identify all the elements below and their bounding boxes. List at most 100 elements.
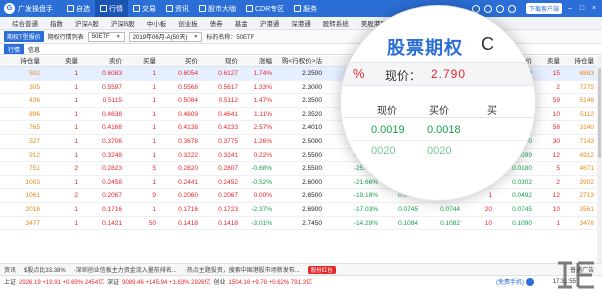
vertical-scrollbar[interactable] <box>597 56 602 263</box>
column-header[interactable]: 卖量 <box>65 56 78 67</box>
table-cell: 1 <box>152 206 156 213</box>
subnav-item[interactable]: 深港通 <box>285 18 317 28</box>
message-icon[interactable] <box>495 4 504 13</box>
index-status-bar: 上证 2926.19 +19.91 +0.69% 2454亿 深证 9089.4… <box>0 275 602 287</box>
column-header[interactable]: 购<行权价>沽 <box>282 56 322 67</box>
index-value: 9089.46 +145.94 +1.63% 2926亿 <box>122 280 211 286</box>
column-header[interactable]: 买价 <box>185 56 198 67</box>
wifi-icon <box>526 278 534 286</box>
table-cell: 0.4641 <box>218 110 238 118</box>
subnav-item[interactable]: 指数 <box>44 18 69 28</box>
table-cell: 0.5115 <box>102 97 122 105</box>
ticker-item[interactable]: 资讯 <box>4 265 16 274</box>
settings-icon[interactable] <box>507 4 516 13</box>
option-list-link[interactable]: 期权行情列表 <box>48 32 84 41</box>
expiry-select[interactable]: 2019年06月-A(50天) ▼ <box>128 31 203 42</box>
ticker-badge[interactable]: 股份红包 <box>307 265 336 274</box>
magnifier-price-value: 2.790 <box>431 67 467 81</box>
index-name[interactable]: 创业 <box>214 277 226 286</box>
table-cell: 3902 <box>579 178 594 186</box>
subnav-item[interactable]: 股转系统 <box>317 18 355 28</box>
maximize-icon[interactable]: □ <box>578 5 586 12</box>
column-header[interactable]: 卖价 <box>109 56 122 67</box>
nav-item-service[interactable]: 服务 <box>289 0 322 17</box>
t-quote-button[interactable]: 期权T型报价 <box>4 31 44 42</box>
table-cell: 0.2807 <box>218 165 238 173</box>
mobile-link[interactable]: (免费手机) <box>496 277 524 286</box>
table-cell: 0.00% <box>253 192 272 200</box>
index-name[interactable]: 上证 <box>4 277 16 286</box>
table-cell: 0.6127 <box>218 70 238 77</box>
close-icon[interactable]: × <box>590 5 598 12</box>
table-cell: 5146 <box>579 97 594 105</box>
ticker-item[interactable]: ·热点主题投资，搜索中国港股市场新发布... <box>185 265 300 274</box>
table-cell: -3.01% <box>251 219 272 227</box>
tab-quotes[interactable]: 行情 <box>4 44 25 54</box>
table-cell: 0.3706 <box>102 138 122 145</box>
table-cell: 1061 <box>25 192 40 200</box>
table-cell: 2 <box>556 83 560 91</box>
ticker-item[interactable]: ·深圳创业信板主力资金流入量前排名... <box>74 265 177 274</box>
subnav-item[interactable]: 创业板 <box>172 18 204 28</box>
ticker-item[interactable]: $股点比33.38% <box>24 265 66 274</box>
nav-item-market[interactable]: 行情 <box>95 0 128 17</box>
table-cell: 1 <box>556 219 560 227</box>
subnav-item[interactable]: 中小板 <box>141 18 173 28</box>
market-subnav: 综合普通 指数 沪深A股 沪深B股 中小板 创业板 债券 基金 沪港通 深港通 … <box>0 17 602 30</box>
nav-item-experts[interactable]: 股市大咖 <box>194 0 241 17</box>
subnav-item[interactable]: 沪深B股 <box>105 18 141 28</box>
table-cell: 3476 <box>579 219 594 227</box>
table-cell: 2.57% <box>253 124 272 132</box>
target-label: 标的名称：50ETF <box>206 35 255 41</box>
column-header[interactable]: 卖量 <box>547 56 560 67</box>
column-header[interactable]: 现价 <box>225 56 238 67</box>
table-cell: 2.3000 <box>302 83 322 91</box>
table-cell: 9 <box>152 192 156 200</box>
cdr-icon <box>246 5 253 12</box>
table-cell: 10 <box>484 219 492 227</box>
column-header[interactable]: 买量 <box>143 56 156 67</box>
app-logo[interactable]: G 广发操盘手 <box>0 3 62 14</box>
column-header[interactable]: 持仓量 <box>575 56 595 67</box>
column-header[interactable]: 涨幅 <box>259 56 272 67</box>
nav-item-news[interactable]: 资讯 <box>161 0 194 17</box>
table-row[interactable]: 1003 1 0.2458 1 0.2441 0.2452 -0.52% 2.6000 -21.… <box>0 176 602 190</box>
column-header[interactable]: 持仓量 <box>21 56 41 67</box>
table-cell: 0.2823 <box>102 165 122 173</box>
table-cell: 0.4138 <box>178 124 198 132</box>
table-cell: 2.3520 <box>302 110 322 118</box>
table-cell: 2.4010 <box>302 124 322 132</box>
table-cell: 2.7450 <box>302 219 322 227</box>
table-cell: 1 <box>74 110 78 118</box>
subnav-item[interactable]: 基金 <box>229 18 254 28</box>
table-cell: 0.3248 <box>102 151 122 159</box>
watermark-logo <box>558 261 594 289</box>
subnav-item[interactable]: 债券 <box>204 18 229 28</box>
table-row[interactable]: 3477 1 0.1421 50 0.1418 0.1418 -3.01% 2.7450 -14… <box>0 217 602 231</box>
user-icon[interactable] <box>483 4 492 13</box>
index-value: 2926.19 +19.91 +0.69% 2454亿 <box>19 280 105 286</box>
scroll-thumb[interactable] <box>598 68 601 158</box>
nav-item-trade[interactable]: 交易 <box>128 0 161 17</box>
nav-item-cdr[interactable]: CDR专区 <box>241 0 289 17</box>
subnav-item[interactable]: 综合普通 <box>6 18 44 28</box>
magnifier-col-header: 现价 <box>377 106 397 117</box>
index-name[interactable]: 深证 <box>107 277 119 286</box>
table-cell: 751 <box>29 165 40 173</box>
table-row[interactable]: 1061 2 0.2067 9 0.2060 0.2067 0.00% 2.6500 -19.1… <box>0 189 602 203</box>
table-cell: 10 <box>552 110 560 118</box>
table-cell: 59 <box>552 97 560 105</box>
table-cell: 12 <box>552 192 560 200</box>
table-cell: 2.6500 <box>302 192 322 200</box>
magnifier-value: 0020 <box>371 145 396 157</box>
subnav-item[interactable]: 沪深A股 <box>69 18 105 28</box>
underlying-select[interactable]: 50ETF ▼ <box>87 31 125 42</box>
download-client-button[interactable]: 下载客户端 <box>525 3 562 14</box>
nav-item-watchlist[interactable]: 自选 <box>62 0 95 17</box>
table-row[interactable]: 2018 1 0.1716 1 0.1716 0.1723 -2.37% 2.6900 -17.… <box>0 203 602 217</box>
minimize-icon[interactable]: – <box>566 5 574 12</box>
table-cell: -17.03% <box>353 206 378 213</box>
subnav-item[interactable]: 沪港通 <box>254 18 286 28</box>
tab-info[interactable]: 信息 <box>24 44 44 54</box>
table-cell: 0.3775 <box>218 138 238 145</box>
